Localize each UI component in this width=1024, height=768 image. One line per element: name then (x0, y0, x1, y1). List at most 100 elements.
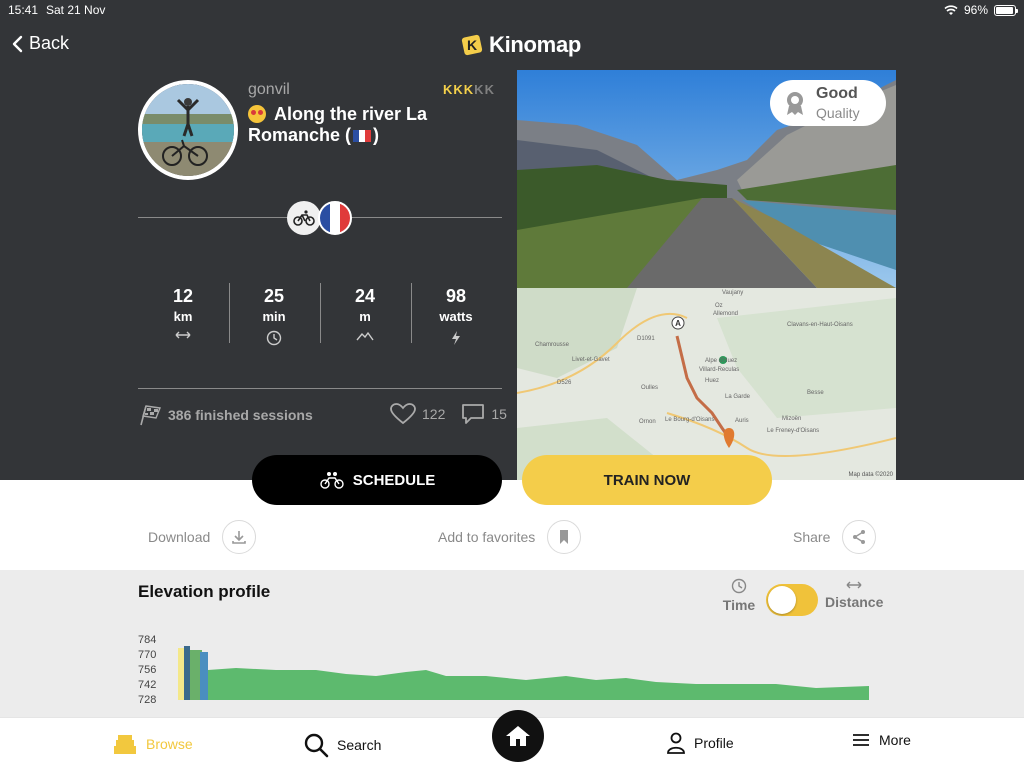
avatar-photo (142, 84, 234, 176)
schedule-button[interactable]: SCHEDULE (252, 455, 502, 505)
route-map[interactable]: A Vaujany Oz Allemond Clavans-en-Haut-Oisan… (517, 288, 896, 480)
map-place-label: Auris (735, 418, 749, 424)
sessions-label: 386 finished sessions (168, 407, 313, 423)
map-place-label: Villard-Reculas (699, 367, 739, 373)
clock-icon (731, 578, 747, 594)
share-action[interactable]: Share (793, 520, 877, 554)
download-icon (222, 520, 257, 554)
elevation-chart (178, 646, 869, 700)
mountain-icon (356, 331, 374, 341)
map-place-label: Chamrousse (535, 342, 570, 348)
rating-mark: K (474, 82, 485, 97)
map-marker-start: A (675, 319, 681, 328)
elevation-section: Elevation profile Time Distance 784 770 … (0, 570, 1024, 717)
award-ribbon-icon (787, 92, 803, 115)
tab-label: More (879, 732, 911, 748)
checkered-flag-icon (140, 405, 161, 426)
stat-unit: min (262, 309, 286, 324)
map-place-label: Le Freney-d'Oisans (767, 428, 819, 434)
download-action[interactable]: Download (148, 520, 257, 554)
clock-icon (266, 330, 282, 346)
elevation-segment (184, 646, 190, 700)
map-place-label: Clavans-en-Haut-Oisans (787, 322, 853, 328)
title-text: Along the river La Romanche ( (248, 104, 428, 145)
map-place-label: Mizoën (782, 416, 801, 422)
heart-icon[interactable] (390, 403, 416, 425)
search-icon (304, 733, 329, 758)
author-name[interactable]: gonvil (248, 81, 290, 99)
toggle-distance-label[interactable]: Distance (825, 578, 883, 610)
schedule-label: SCHEDULE (352, 471, 436, 489)
video-preview[interactable]: A Vaujany Oz Allemond Clavans-en-Haut-Oisan… (517, 70, 896, 480)
comments-count: 15 (491, 406, 507, 422)
tab-profile[interactable]: Profile (666, 732, 734, 754)
map-place-label: Oulles (641, 385, 658, 391)
stat-value: 25 (263, 286, 285, 306)
arrows-horizontal-icon (846, 581, 862, 589)
tab-more[interactable]: More (851, 732, 911, 748)
time-distance-toggle[interactable] (766, 584, 818, 616)
tab-label: Search (337, 737, 382, 753)
tab-search[interactable]: Search (303, 732, 381, 758)
share-label: Share (793, 529, 831, 545)
svg-text:K: K (467, 37, 477, 53)
map-place-label: D526 (557, 380, 572, 386)
difficulty-rating: KKKKK (443, 82, 495, 97)
share-icon (842, 520, 877, 554)
nav-bar: Back K Kinomap (0, 20, 1024, 70)
train-now-button[interactable]: TRAIN NOW (522, 455, 772, 505)
kinomap-logo-icon: K (461, 34, 483, 56)
y-tick: 770 (138, 649, 157, 661)
lightning-icon (452, 331, 460, 345)
battery-percent: 96% (963, 3, 988, 17)
brand-logo: K Kinomap (459, 32, 581, 58)
y-tick: 728 (138, 694, 157, 706)
tab-browse[interactable]: Browse (112, 732, 193, 756)
user-icon (667, 732, 685, 754)
likes-count: 122 (422, 406, 446, 422)
stat-distance: 12 km (138, 286, 228, 346)
toggle-knob (768, 586, 796, 614)
stat-duration: 25 min (229, 286, 319, 346)
video-title: Along the river La Romanche () (248, 104, 488, 146)
favorites-action[interactable]: Add to favorites (438, 520, 582, 554)
map-place-label: Allemond (713, 311, 738, 317)
y-tick: 756 (138, 664, 157, 676)
brand-name: Kinomap (489, 32, 582, 57)
train-label: TRAIN NOW (603, 471, 691, 489)
social-counts: 122 15 (390, 403, 507, 425)
map-place-label: Livet-et-Gavet (572, 357, 610, 363)
rating-mark: K (453, 82, 464, 97)
rating-mark: K (484, 82, 495, 97)
time-label: Time (722, 597, 756, 613)
map-place-label: Besse (807, 390, 824, 396)
arrows-horizontal-icon (175, 331, 191, 339)
finished-sessions: 386 finished sessions (138, 404, 313, 426)
stack-icon (114, 735, 136, 754)
video-header: 15:41 Sat 21 Nov 96% Back K Kinomap gonv… (0, 0, 1024, 480)
home-button[interactable] (492, 710, 544, 762)
map-place-label: Alpe d'Huez (705, 358, 737, 364)
status-time: 15:41 (8, 3, 39, 17)
stat-elevation: 24 m (320, 286, 410, 346)
toggle-time-label[interactable]: Time (722, 578, 756, 613)
author-avatar[interactable] (138, 80, 238, 180)
elevation-segment (178, 648, 184, 700)
home-icon (506, 726, 530, 746)
rating-mark: K (443, 82, 454, 97)
back-button[interactable]: Back (12, 33, 69, 54)
heart-eyes-emoji-icon (248, 105, 266, 123)
tab-bar: Browse Search Profile More (0, 710, 1024, 768)
comment-icon[interactable] (461, 403, 485, 425)
bookmark-icon (547, 520, 582, 554)
fr-flag-emoji-icon (353, 130, 372, 142)
stat-value: 12 (172, 286, 194, 306)
quality-label: Good (816, 85, 858, 102)
download-label: Download (148, 529, 211, 545)
elevation-area (208, 668, 869, 700)
quality-sub: Quality (816, 105, 860, 121)
map-place-label: La Garde (725, 394, 751, 400)
map-place-label: Le Bourg-d'Oisans (665, 417, 715, 423)
favorites-label: Add to favorites (438, 529, 536, 545)
chevron-left-icon (12, 35, 23, 52)
